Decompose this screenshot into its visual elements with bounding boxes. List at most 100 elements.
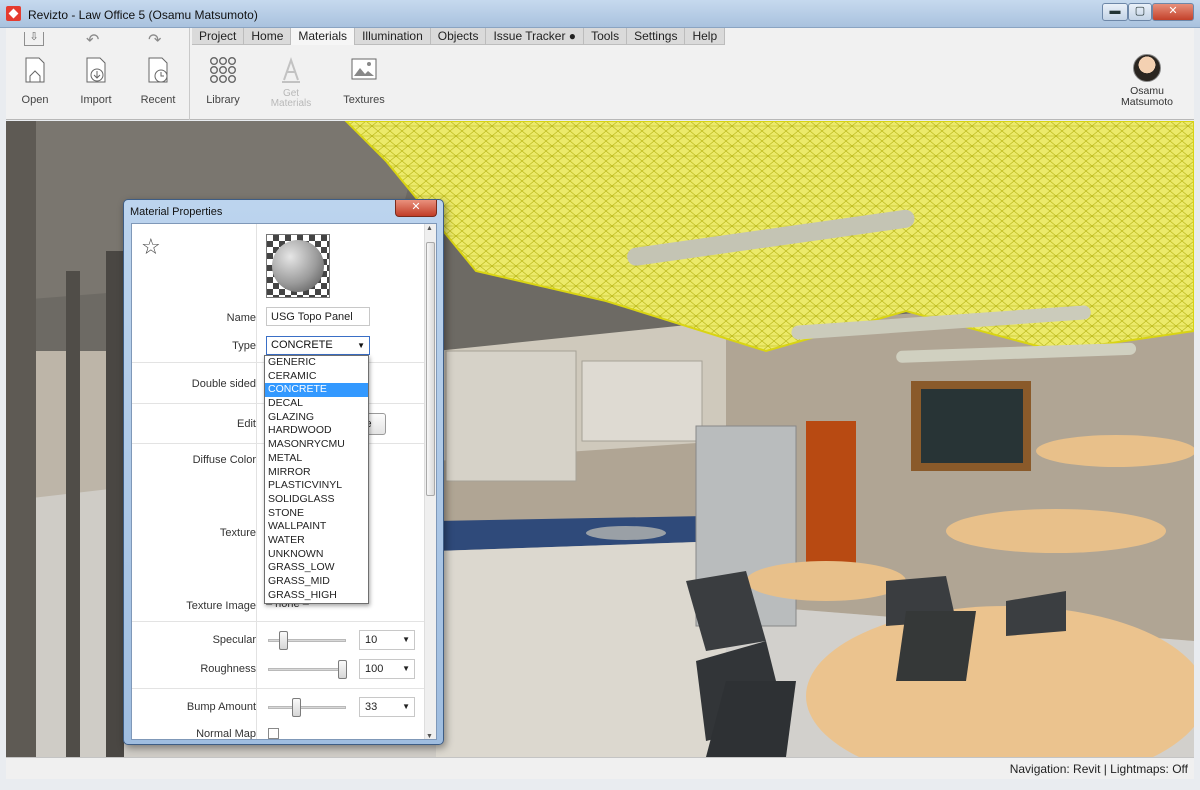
type-label: Type <box>232 340 256 352</box>
type-option-stone[interactable]: STONE <box>265 507 368 521</box>
get-materials-button[interactable]: Get Materials <box>263 54 319 114</box>
document-import-icon <box>86 57 106 83</box>
scrollbar-thumb[interactable] <box>426 242 435 496</box>
save-icon[interactable]: ⇩ <box>24 32 44 46</box>
material-name-input[interactable] <box>266 307 370 326</box>
normal-map-checkbox[interactable] <box>268 728 279 739</box>
get-materials-icon <box>282 56 300 83</box>
type-option-ceramic[interactable]: CERAMIC <box>265 370 368 384</box>
tab-tools[interactable]: Tools <box>584 28 628 45</box>
window-title: Revizto - Law Office 5 (Osamu Matsumoto) <box>28 8 258 22</box>
type-option-grass-mid[interactable]: GRASS_MID <box>265 575 368 589</box>
tab-issue-tracker[interactable]: Issue Tracker ● <box>486 28 585 45</box>
type-option-glazing[interactable]: GLAZING <box>265 411 368 425</box>
house-open-icon <box>25 57 45 83</box>
tab-illumination[interactable]: Illumination <box>355 28 431 45</box>
roughness-slider-thumb[interactable] <box>338 660 347 679</box>
specular-value-combo[interactable]: 10 ▼ <box>359 630 415 650</box>
close-window-button[interactable]: ✕ <box>1152 3 1194 21</box>
maximize-button[interactable]: ▢ <box>1128 3 1152 21</box>
type-option-decal[interactable]: DECAL <box>265 397 368 411</box>
tab-objects[interactable]: Objects <box>431 28 487 45</box>
roughness-value: 100 <box>365 663 384 675</box>
type-option-grass-high[interactable]: GRASS_HIGH <box>265 589 368 603</box>
diffuse-color-label: Diffuse Color <box>192 454 256 466</box>
document-recent-icon <box>148 57 168 83</box>
type-option-water[interactable]: WATER <box>265 534 368 548</box>
textures-label: Textures <box>343 94 385 106</box>
recent-label: Recent <box>140 94 176 106</box>
type-option-concrete[interactable]: CONCRETE <box>265 383 368 398</box>
favorite-star-icon[interactable]: ☆ <box>141 236 161 258</box>
tab-home[interactable]: Home <box>244 28 292 45</box>
library-label: Library <box>206 94 240 106</box>
undo-icon[interactable]: ↶ <box>86 30 99 50</box>
bump-amount-slider[interactable] <box>268 698 346 717</box>
texture-image-icon <box>351 58 377 80</box>
type-option-hardwood[interactable]: HARDWOOD <box>265 424 368 438</box>
material-preview <box>266 234 330 298</box>
library-button[interactable]: Library <box>195 54 251 114</box>
tab-materials[interactable]: Materials <box>291 28 356 45</box>
type-option-wallpaint[interactable]: WALLPAINT <box>265 520 368 534</box>
chevron-down-icon: ▼ <box>402 702 410 711</box>
type-option-generic[interactable]: GENERIC <box>265 356 368 370</box>
tab-project[interactable]: Project <box>192 28 245 45</box>
edit-label: Edit <box>237 418 256 430</box>
bump-amount-value: 33 <box>365 701 378 713</box>
texture-image-label: Texture Image <box>186 600 256 612</box>
textures-button[interactable]: Textures <box>336 54 392 114</box>
redo-icon[interactable]: ↷ <box>148 30 161 50</box>
user-name: Osamu Matsumoto <box>1121 85 1173 108</box>
tab-settings[interactable]: Settings <box>627 28 686 45</box>
type-option-plasticvinyl[interactable]: PLASTICVINYL <box>265 479 368 493</box>
texture-label: Texture <box>219 527 256 539</box>
double-sided-label: Double sided <box>191 378 256 390</box>
quick-tools-group: ⇩ ↶ ↷ Open Import Recent <box>6 28 190 120</box>
title-bar: Revizto - Law Office 5 (Osamu Matsumoto)… <box>0 0 1200 28</box>
bump-amount-slider-thumb[interactable] <box>292 698 301 717</box>
import-label: Import <box>80 94 112 106</box>
roughness-value-combo[interactable]: 100 ▼ <box>359 659 415 679</box>
bump-amount-value-combo[interactable]: 33 ▼ <box>359 697 415 717</box>
open-label: Open <box>21 94 49 106</box>
type-option-unknown[interactable]: UNKNOWN <box>265 548 368 562</box>
recent-button[interactable]: Recent <box>130 54 186 114</box>
material-sphere <box>272 240 324 292</box>
type-dropdown-list: GENERIC CERAMIC CONCRETE DECAL GLAZING H… <box>264 355 369 604</box>
specular-value: 10 <box>365 634 378 646</box>
type-select[interactable]: CONCRETE ▼ <box>266 336 370 355</box>
dialog-close-button[interactable]: ✕ <box>395 200 437 217</box>
revizto-app-window: Revizto - Law Office 5 (Osamu Matsumoto)… <box>0 0 1200 790</box>
chevron-down-icon: ▼ <box>402 664 410 673</box>
tab-help[interactable]: Help <box>685 28 726 45</box>
scroll-down-icon[interactable]: ▼ <box>426 733 433 739</box>
type-option-masonrycmu[interactable]: MASONRYCMU <box>265 438 368 452</box>
chevron-down-icon: ▼ <box>357 341 365 350</box>
revizto-logo-icon <box>6 6 21 21</box>
dialog-title: Material Properties <box>130 206 223 218</box>
specular-slider-thumb[interactable] <box>279 631 288 650</box>
type-option-solidglass[interactable]: SOLIDGLASS <box>265 493 368 507</box>
ribbon-tabs: Project Home Materials Illumination Obje… <box>192 28 726 45</box>
ribbon: ⇩ ↶ ↷ Open Import Recent Project Home Ma… <box>6 28 1194 120</box>
scroll-up-icon[interactable]: ▲ <box>426 225 433 232</box>
specular-label: Specular <box>212 634 256 646</box>
specular-slider[interactable] <box>268 631 346 650</box>
get-materials-label: Get Materials <box>270 88 312 109</box>
name-label: Name <box>226 312 256 324</box>
import-button[interactable]: Import <box>68 54 124 114</box>
minimize-button[interactable]: ▬ <box>1102 3 1128 21</box>
status-text: Navigation: Revit | Lightmaps: Off <box>1009 762 1188 776</box>
bump-amount-label: Bump Amount <box>186 701 256 713</box>
status-bar: Navigation: Revit | Lightmaps: Off <box>6 757 1194 779</box>
open-button[interactable]: Open <box>7 54 63 114</box>
type-option-mirror[interactable]: MIRROR <box>265 466 368 480</box>
user-account[interactable]: Osamu Matsumoto <box>1112 54 1182 108</box>
roughness-label: Roughness <box>200 663 256 675</box>
type-option-metal[interactable]: METAL <box>265 452 368 466</box>
type-option-grass-low[interactable]: GRASS_LOW <box>265 561 368 575</box>
dialog-scrollbar[interactable]: ▲ ▼ <box>424 224 436 739</box>
roughness-slider[interactable] <box>268 660 347 679</box>
library-grid-icon <box>210 57 237 84</box>
